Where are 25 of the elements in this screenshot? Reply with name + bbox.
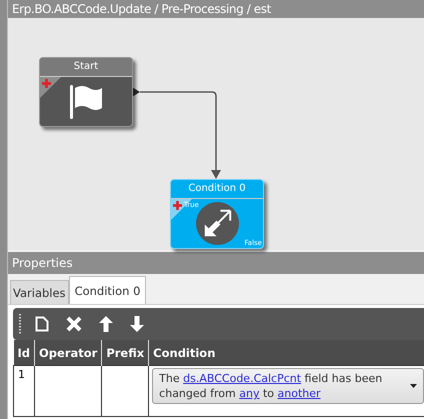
link[interactable]: any <box>239 387 260 400</box>
condition-dropdown[interactable]: The ds.ABCCode.CalcPcnt field has been changed from any to another <box>152 368 424 404</box>
dropdown-caret-icon[interactable] <box>410 384 417 388</box>
column-header: Id <box>14 340 35 366</box>
tab[interactable]: Condition 0 <box>68 276 146 304</box>
node-title: Condition 0 <box>171 180 263 199</box>
node-title: Start <box>40 58 132 77</box>
tab[interactable]: Variables <box>10 280 69 304</box>
flag-icon <box>69 84 103 120</box>
column-header: Operator <box>34 340 102 366</box>
delete-icon[interactable] <box>66 316 82 332</box>
panel-title: Properties <box>12 256 73 270</box>
plus-icon[interactable] <box>173 201 182 210</box>
arrow-up-icon[interactable] <box>99 316 113 332</box>
window-title: Erp.BO.ABCCode.Update / Pre-Processing / est <box>12 2 271 16</box>
column-header: Condition <box>148 340 424 366</box>
table-cell: 1 <box>14 366 35 416</box>
link[interactable]: ds.ABCCode.CalcPcnt <box>183 372 302 385</box>
column-header: Prefix <box>102 340 149 366</box>
start-node[interactable]: Start <box>39 57 133 127</box>
arrow-down-icon[interactable] <box>130 316 144 332</box>
table-cell <box>34 366 102 416</box>
condition-sentence: The ds.ABCCode.CalcPcnt field has been changed from any to another <box>159 371 384 401</box>
link[interactable]: another <box>278 387 321 400</box>
new-document-icon[interactable] <box>35 316 49 332</box>
